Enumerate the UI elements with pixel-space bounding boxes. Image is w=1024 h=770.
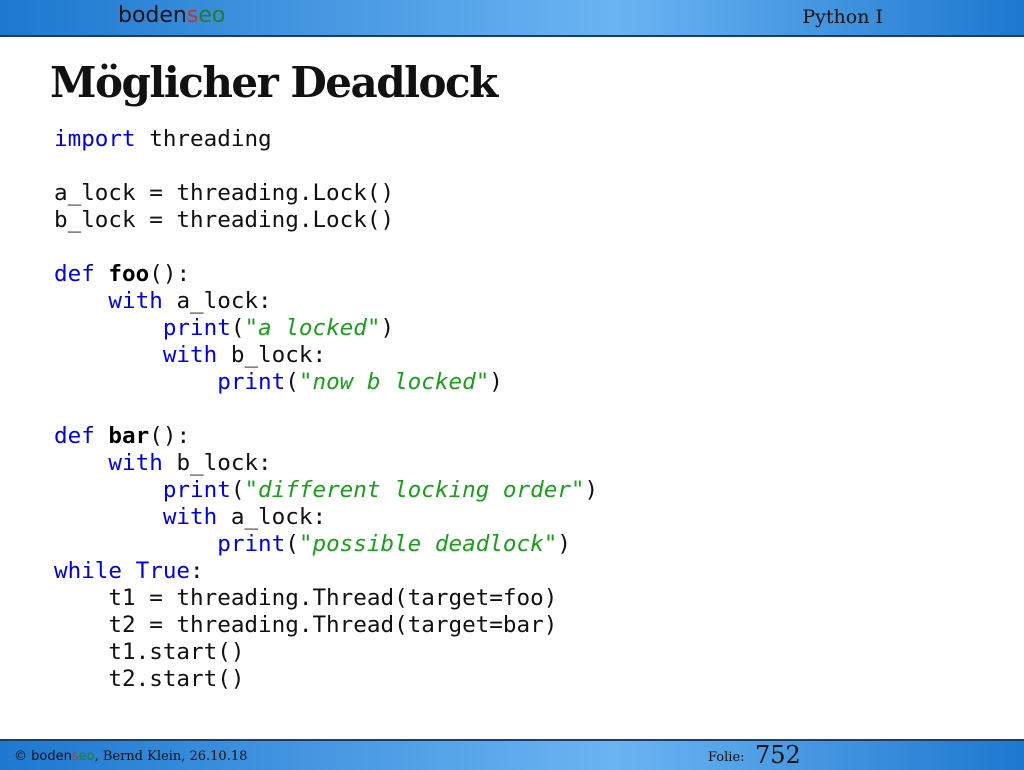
code-keyword: while bbox=[54, 558, 123, 584]
code-line: b_lock = threading.Lock() bbox=[54, 207, 598, 234]
code-line: print("possible deadlock") bbox=[54, 531, 598, 558]
logo-eo: eo bbox=[198, 3, 226, 28]
code-keyword: with bbox=[108, 450, 163, 476]
code-text: ( bbox=[285, 369, 299, 395]
code-line: def foo(): bbox=[54, 261, 598, 288]
code-text: ) bbox=[380, 315, 395, 341]
footer-brand-eo: eo bbox=[78, 749, 95, 764]
code-function-name: foo bbox=[108, 261, 150, 287]
code-line: with a_lock: bbox=[54, 504, 598, 531]
code-text: : bbox=[190, 558, 204, 584]
code-keyword: print bbox=[162, 315, 231, 341]
code-text: b_lock: bbox=[162, 450, 272, 476]
footer-brand-prefix: boden bbox=[31, 749, 72, 764]
code-line: with a_lock: bbox=[54, 288, 598, 315]
code-keyword: def bbox=[54, 261, 95, 287]
code-string: "now b locked" bbox=[298, 369, 490, 395]
code-keyword: print bbox=[162, 477, 231, 503]
header-bar: bodenseo Python I bbox=[0, 0, 1024, 37]
code-text: ( bbox=[230, 477, 245, 503]
code-line: t2 = threading.Thread(target=bar) bbox=[54, 612, 598, 639]
course-title: Python I bbox=[802, 6, 883, 28]
logo-prefix: boden bbox=[118, 3, 187, 28]
code-text: t2 = threading.Thread(target=bar) bbox=[54, 612, 558, 638]
code-keyword: def bbox=[54, 423, 95, 449]
code-text: t2.start() bbox=[54, 666, 245, 692]
code-text: ) bbox=[584, 477, 599, 503]
code-text: ( bbox=[230, 315, 245, 341]
code-keyword: print bbox=[217, 531, 286, 557]
folie-number: 752 bbox=[755, 741, 801, 769]
code-block: import threading a_lock = threading.Lock(… bbox=[54, 126, 598, 693]
code-line: import threading bbox=[54, 126, 598, 153]
folie-label: Folie: bbox=[708, 750, 745, 765]
bodenseo-logo: bodenseo bbox=[118, 3, 225, 28]
code-line: t2.start() bbox=[54, 666, 598, 693]
slide-title: Möglicher Deadlock bbox=[50, 58, 498, 107]
code-function-name: bar bbox=[108, 423, 150, 449]
code-line: t1.start() bbox=[54, 639, 598, 666]
footer-copyright: © bodenseo, Bernd Klein, 26.10.18 bbox=[14, 749, 247, 764]
code-text: ) bbox=[557, 531, 571, 557]
code-text: (): bbox=[149, 423, 191, 449]
copyright-symbol: © bbox=[14, 749, 32, 764]
code-string: "possible deadlock" bbox=[298, 531, 558, 557]
footer-author-date: , Bernd Klein, 26.10.18 bbox=[94, 749, 248, 764]
code-text: a_lock: bbox=[162, 288, 272, 314]
code-text: threading bbox=[135, 126, 272, 152]
logo-s: s bbox=[186, 3, 199, 28]
code-text: t1.start() bbox=[54, 639, 245, 665]
code-line: print("now b locked") bbox=[54, 369, 598, 396]
code-string: "a locked" bbox=[244, 315, 381, 341]
code-text: (): bbox=[149, 261, 191, 287]
code-keyword: with bbox=[108, 288, 163, 314]
code-text: ( bbox=[285, 531, 299, 557]
code-line: print("different locking order") bbox=[54, 477, 598, 504]
code-string: "different locking order" bbox=[244, 477, 585, 503]
code-keyword: with bbox=[162, 504, 218, 530]
code-text: b_lock: bbox=[217, 342, 327, 368]
code-text: ) bbox=[489, 369, 503, 395]
code-keyword: True bbox=[135, 558, 191, 584]
footer-bar: © bodenseo, Bernd Klein, 26.10.18 Folie:… bbox=[0, 739, 1024, 770]
footer-brand-s: s bbox=[71, 749, 79, 764]
code-line: def bar(): bbox=[54, 423, 598, 450]
code-keyword: import bbox=[54, 126, 136, 152]
code-line: print("a locked") bbox=[54, 315, 598, 342]
code-line: with b_lock: bbox=[54, 450, 598, 477]
code-text: a_lock = threading.Lock() bbox=[54, 180, 395, 206]
code-text: b_lock = threading.Lock() bbox=[54, 207, 395, 233]
code-keyword: with bbox=[162, 342, 218, 368]
code-line: a_lock = threading.Lock() bbox=[54, 180, 598, 207]
code-text: a_lock: bbox=[217, 504, 327, 530]
code-keyword: print bbox=[217, 369, 286, 395]
code-line: with b_lock: bbox=[54, 342, 598, 369]
code-text: t1 = threading.Thread(target=foo) bbox=[54, 585, 558, 611]
footer-brand: bodenseo bbox=[31, 749, 94, 764]
code-line: while True: bbox=[54, 558, 598, 585]
code-line: t1 = threading.Thread(target=foo) bbox=[54, 585, 598, 612]
